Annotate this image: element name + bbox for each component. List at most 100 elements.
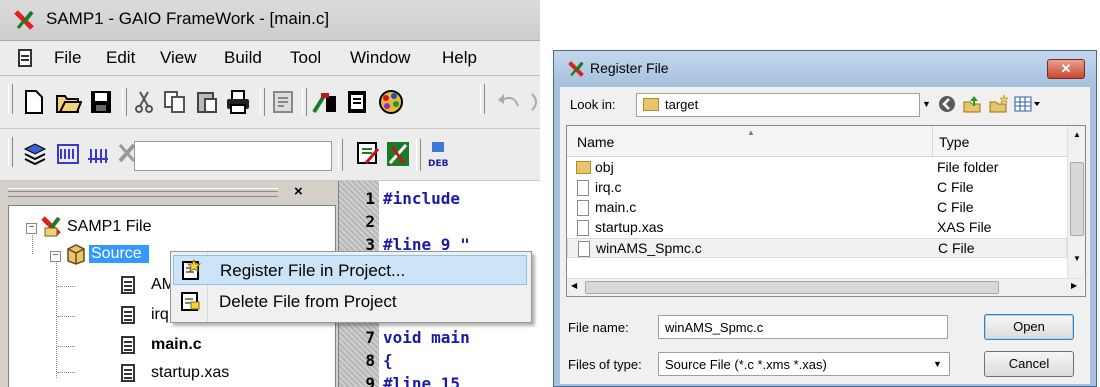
column-header-type[interactable]: Type: [939, 134, 969, 150]
tree-connector: [57, 316, 75, 317]
code-line: #line 15: [383, 374, 461, 387]
register-file-icon: [182, 259, 202, 280]
redo-icon[interactable]: [530, 90, 540, 114]
paste-icon[interactable]: [196, 90, 218, 114]
item-name: obj: [595, 159, 614, 175]
item-type: C File: [937, 199, 974, 215]
toolbar-grip[interactable]: [480, 84, 485, 114]
item-name: main.c: [595, 199, 637, 215]
collapse-toggle[interactable]: −: [50, 251, 61, 262]
compile-icon[interactable]: [56, 141, 80, 167]
menu-help[interactable]: Help: [442, 48, 477, 68]
view-menu-icon[interactable]: [1014, 95, 1044, 113]
menu-edit[interactable]: Edit: [106, 48, 135, 68]
project-panel-header: ×: [0, 181, 335, 203]
new-folder-icon[interactable]: [988, 94, 1010, 114]
document-view-icon[interactable]: [346, 90, 368, 114]
sheet-edit-icon[interactable]: [356, 141, 380, 167]
menu-view[interactable]: View: [160, 48, 197, 68]
open-folder-icon[interactable]: [56, 90, 82, 114]
scroll-down-icon[interactable]: ▼: [1073, 254, 1081, 263]
dialog-title: Register File: [590, 60, 669, 76]
list-item[interactable]: main.c C File: [567, 198, 1067, 218]
column-header-name[interactable]: Name: [577, 134, 614, 150]
file-icon: [577, 220, 589, 236]
tree-file-item[interactable]: irq: [151, 306, 169, 324]
source-folder-icon: [67, 244, 85, 265]
build-toolbar: arm DEB: [0, 129, 540, 181]
chevron-down-icon[interactable]: ▼: [933, 359, 942, 369]
collapse-toggle[interactable]: −: [26, 223, 37, 234]
scroll-up-icon[interactable]: ▲: [1073, 130, 1081, 139]
tree-source-folder[interactable]: Source: [89, 245, 149, 263]
target-combo[interactable]: [134, 141, 332, 171]
list-item[interactable]: obj File folder: [567, 158, 1067, 178]
tree-file-item[interactable]: startup.xas: [151, 364, 229, 382]
scroll-thumb[interactable]: [1070, 162, 1084, 236]
menu-tool[interactable]: Tool: [290, 48, 321, 68]
file-name-field[interactable]: winAMS_Spmc.c: [658, 315, 948, 339]
find-icon[interactable]: [272, 90, 294, 114]
line-number: 7: [365, 328, 375, 347]
menu-build[interactable]: Build: [224, 48, 262, 68]
file-icon: [577, 180, 589, 196]
toolbar-grip[interactable]: [8, 137, 13, 167]
scroll-right-icon[interactable]: ▶: [1071, 281, 1077, 290]
close-button[interactable]: ✕: [1047, 59, 1085, 79]
cut-icon[interactable]: [134, 90, 154, 114]
stack-icon[interactable]: [22, 141, 48, 167]
menu-window[interactable]: Window: [350, 48, 410, 68]
files-of-type-select[interactable]: Source File (*.c *.xms *.xas) ▼: [658, 352, 950, 376]
tree-connector: [57, 286, 75, 287]
folder-icon: [576, 161, 591, 174]
delete-file-menu-item[interactable]: Delete File from Project: [173, 287, 527, 317]
file-icon: [121, 306, 135, 324]
panel-close-icon[interactable]: ×: [294, 183, 303, 200]
panel-grip[interactable]: [8, 188, 278, 197]
tree-root-label[interactable]: SAMP1 File: [67, 218, 151, 236]
up-folder-icon[interactable]: [962, 94, 982, 114]
link-icon[interactable]: [86, 141, 110, 167]
gaio-logo-icon: [568, 61, 584, 77]
toolbar-separator: [122, 88, 127, 116]
file-list: Name ▲ Type obj File folder irq.c C File…: [566, 125, 1086, 297]
file-icon: [121, 336, 135, 354]
cancel-button[interactable]: Cancel: [984, 351, 1074, 377]
horizontal-scrollbar[interactable]: ◀ ▶: [567, 278, 1084, 296]
list-item-selected[interactable]: winAMS_Spmc.c C File: [567, 238, 1067, 258]
column-divider[interactable]: [932, 126, 933, 156]
new-file-icon[interactable]: [24, 90, 44, 114]
chevron-down-icon[interactable]: ▼: [922, 99, 931, 109]
look-in-combo[interactable]: target: [636, 93, 920, 117]
undo-icon[interactable]: [496, 90, 522, 114]
file-name-label: File name:: [568, 320, 629, 335]
toolbar-separator: [416, 139, 421, 171]
tree-file-item[interactable]: main.c: [151, 336, 202, 354]
back-icon[interactable]: [938, 95, 956, 113]
palette-icon[interactable]: [378, 89, 404, 115]
look-in-label: Look in:: [570, 97, 616, 112]
open-button[interactable]: Open: [984, 314, 1074, 340]
menu-file[interactable]: File: [54, 48, 81, 68]
print-icon[interactable]: [226, 90, 250, 114]
svg-text:DEB: DEB: [428, 159, 449, 169]
tree-connector: [57, 372, 75, 373]
scroll-left-icon[interactable]: ◀: [571, 281, 577, 290]
line-number: 9: [365, 374, 375, 387]
document-icon[interactable]: [18, 49, 32, 67]
copy-icon[interactable]: [164, 90, 186, 114]
list-item[interactable]: irq.c C File: [567, 178, 1067, 198]
register-file-dialog: Register File ✕ Look in: target ▼ Name ▲…: [553, 50, 1097, 387]
item-name: startup.xas: [595, 219, 664, 235]
toolbar-grip[interactable]: [8, 84, 13, 114]
toolbar-grip[interactable]: [338, 139, 343, 171]
save-icon[interactable]: [90, 90, 112, 114]
item-type: C File: [937, 179, 974, 195]
list-item[interactable]: startup.xas XAS File: [567, 218, 1067, 238]
build-icon[interactable]: [312, 90, 338, 114]
vertical-scrollbar[interactable]: ▲ ▼: [1067, 126, 1085, 278]
deb-icon[interactable]: DEB: [426, 141, 450, 169]
register-file-menu-item[interactable]: Register File in Project...: [173, 255, 527, 285]
debug-tool-icon[interactable]: [386, 141, 410, 167]
scroll-thumb[interactable]: [585, 281, 999, 294]
